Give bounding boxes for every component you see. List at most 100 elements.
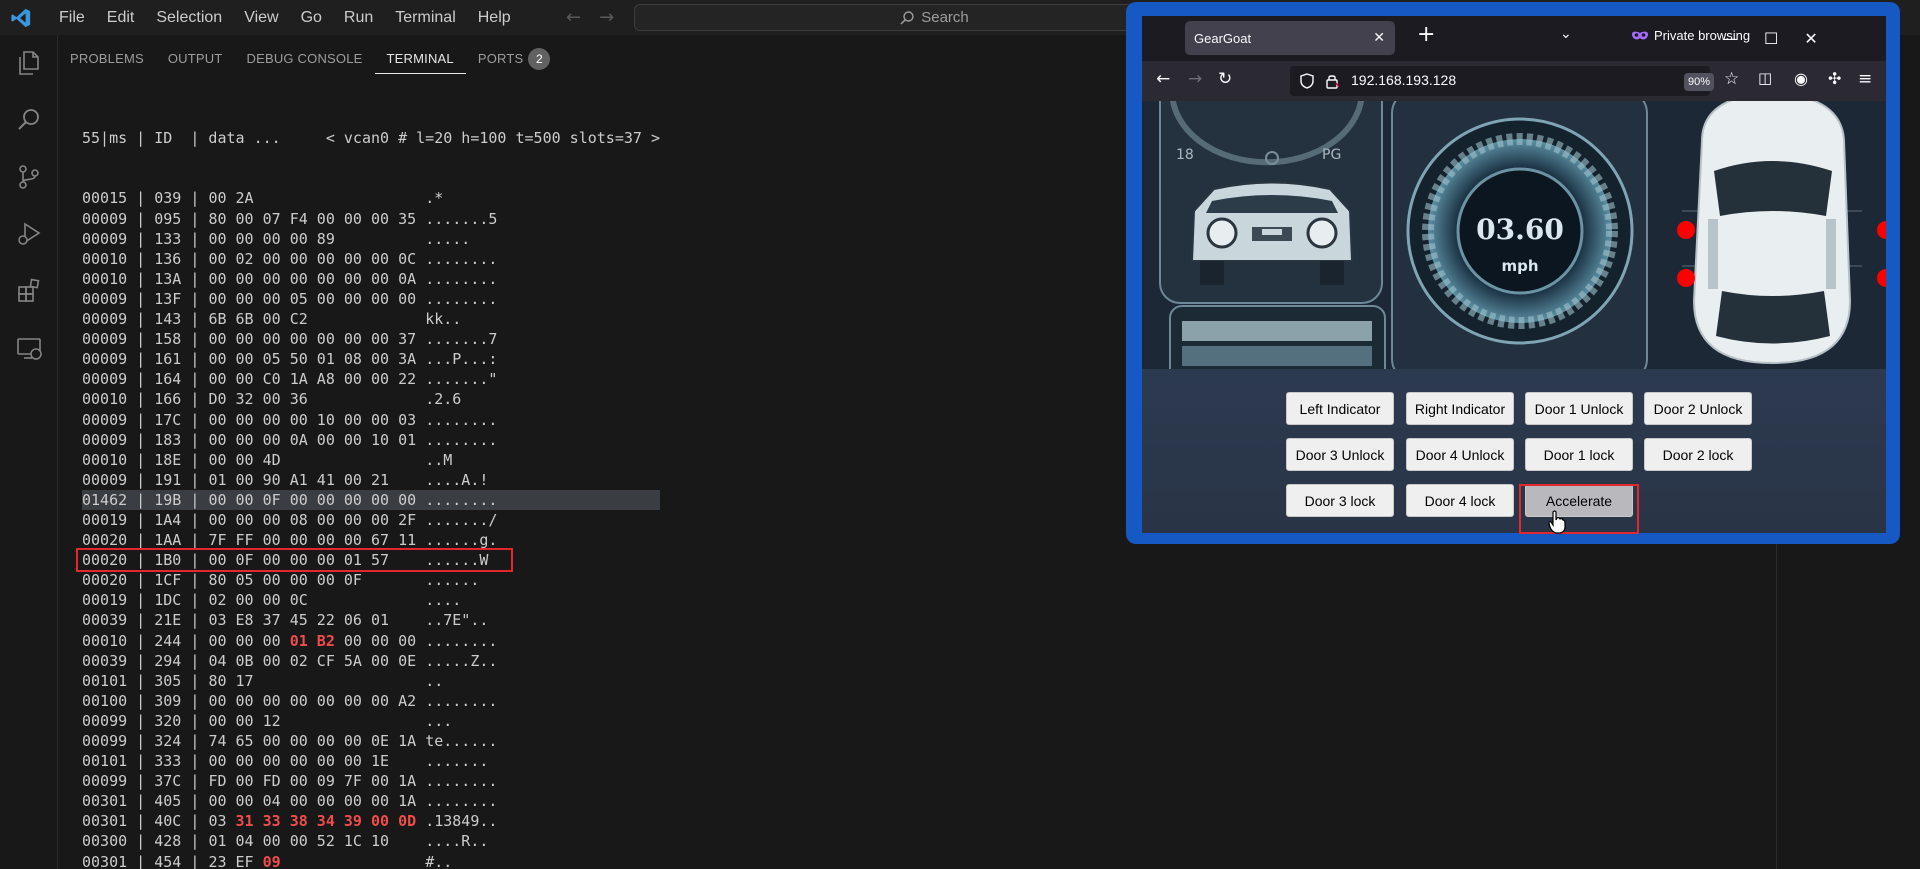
row-ascii: ..7E"..: [425, 611, 489, 630]
pocket-icon[interactable]: ◫: [1758, 69, 1772, 87]
tab-output[interactable]: OUTPUT: [156, 44, 235, 74]
forward-arrow-icon[interactable]: →: [599, 7, 614, 28]
left-indicator-button[interactable]: Left Indicator: [1286, 392, 1394, 425]
back-arrow-icon[interactable]: ←: [1156, 69, 1170, 89]
row-id: 21E: [154, 611, 182, 630]
tab-ports[interactable]: PORTS 2: [466, 44, 563, 74]
tab-title: GearGoat: [1194, 30, 1252, 46]
extensions-icon[interactable]: ✣: [1828, 69, 1841, 88]
menu-selection[interactable]: Selection: [145, 0, 233, 35]
right-indicator-button[interactable]: Right Indicator: [1406, 392, 1514, 425]
browser-window: GearGoat ✕ + ⌄ Private browsing — ☐ ✕ ← …: [1126, 2, 1900, 544]
row-data-changed: 09: [262, 852, 281, 869]
row-data: 00 00 12: [208, 712, 280, 730]
row-ms: 00100: [82, 691, 128, 710]
extensions-icon[interactable]: [13, 275, 45, 307]
door-3-unlock-button[interactable]: Door 3 Unlock: [1286, 438, 1394, 471]
hamburger-menu-icon[interactable]: ≡: [1858, 69, 1872, 89]
row-ms: 00039: [82, 651, 128, 670]
row-ms: 00099: [82, 732, 128, 750]
row-ms: 00009: [82, 370, 128, 389]
url-text: 192.168.193.128: [1351, 72, 1457, 88]
source-control-icon[interactable]: [13, 161, 45, 193]
row-ascii: ......: [425, 571, 480, 590]
row-data: 01 04 00 00 52 1C 10: [208, 832, 389, 850]
tab-debug-console[interactable]: DEBUG CONSOLE: [235, 44, 375, 74]
menu-help[interactable]: Help: [467, 0, 522, 35]
tab-close-icon[interactable]: ✕: [1373, 29, 1385, 46]
menu-edit[interactable]: Edit: [96, 0, 146, 35]
row-id: 183: [154, 430, 182, 449]
terminal-row: 00009 | 183 | 00 00 00 0A 00 00 10 01 ..…: [82, 430, 498, 449]
dash-right-label: PG: [1322, 147, 1341, 163]
row-ascii: .......7: [425, 330, 498, 349]
terminal-output[interactable]: 55|ms | ID | data ... < vcan0 # l=20 h=1…: [82, 88, 660, 869]
remote-explorer-icon[interactable]: [13, 332, 45, 364]
row-ms: 00009: [82, 229, 128, 248]
row-data: 00 00 C0 1A A8 00 00 22: [208, 370, 416, 388]
menu-run[interactable]: Run: [333, 0, 384, 35]
minimize-icon[interactable]: —: [1722, 29, 1738, 48]
tab-terminal[interactable]: TERMINAL: [374, 44, 466, 74]
door-2-unlock-button[interactable]: Door 2 Unlock: [1644, 392, 1752, 425]
account-icon[interactable]: ◉: [1794, 69, 1808, 88]
row-id: 333: [154, 752, 182, 771]
new-tab-plus-icon[interactable]: +: [1417, 22, 1435, 47]
row-ascii: .....Z..: [425, 651, 498, 670]
door-3-lock-button[interactable]: Door 3 lock: [1286, 484, 1394, 517]
menu-view[interactable]: View: [233, 0, 289, 35]
vscode-logo-icon: [6, 0, 36, 35]
row-data-part: 7F FF 00 00 00 00 67 11: [208, 531, 417, 550]
bookmark-star-icon[interactable]: ☆: [1724, 69, 1739, 89]
door-1-lock-button[interactable]: Door 1 lock: [1525, 438, 1633, 471]
row-data-part: 74 65 00 00 00 00 0E 1A: [208, 732, 417, 750]
close-window-icon[interactable]: ✕: [1804, 29, 1817, 48]
row-id: 1AA: [154, 531, 182, 550]
row-ascii: ...: [425, 711, 453, 730]
tab-problems[interactable]: PROBLEMS: [58, 44, 156, 74]
chevron-down-icon[interactable]: ⌄: [1560, 26, 1572, 42]
row-id: 428: [154, 832, 182, 851]
menu-file[interactable]: File: [48, 0, 96, 35]
row-ms: 00039: [82, 611, 128, 630]
tab-geargoat[interactable]: GearGoat ✕: [1185, 21, 1395, 55]
row-ms: 00010: [82, 450, 128, 469]
shield-icon[interactable]: [1300, 73, 1314, 89]
maximize-icon[interactable]: ☐: [1764, 29, 1778, 48]
row-ms: 00099: [82, 772, 128, 791]
reload-icon[interactable]: ↻: [1218, 69, 1232, 89]
row-ascii: ........: [425, 410, 498, 429]
url-bar[interactable]: 192.168.193.128 90% ☆: [1290, 66, 1739, 96]
row-ms: 00101: [82, 671, 128, 690]
row-data: 00 2A: [208, 189, 253, 207]
row-ms: 00010: [82, 269, 128, 288]
row-ascii: ..M: [425, 450, 453, 469]
row-ascii: ........: [425, 430, 498, 449]
lock-icon[interactable]: [1325, 73, 1339, 89]
run-debug-icon[interactable]: [13, 218, 45, 250]
hand-cursor-icon: [1548, 510, 1566, 534]
door-4-unlock-button[interactable]: Door 4 Unlock: [1406, 438, 1514, 471]
explorer-icon[interactable]: [13, 47, 45, 79]
row-ms: 00019: [82, 510, 128, 529]
forward-arrow-icon[interactable]: →: [1188, 69, 1202, 89]
zoom-level-badge[interactable]: 90%: [1684, 73, 1714, 91]
terminal-row: 00009 | 164 | 00 00 C0 1A A8 00 00 22 ..…: [82, 370, 498, 389]
door-4-lock-button[interactable]: Door 4 lock: [1406, 484, 1514, 517]
row-ms: 00010: [82, 390, 128, 409]
menu-terminal[interactable]: Terminal: [384, 0, 466, 35]
terminal-row: 00009 | 133 | 00 00 00 00 89 .....: [82, 229, 471, 248]
row-id: 133: [154, 229, 182, 248]
door-2-lock-button[interactable]: Door 2 lock: [1644, 438, 1752, 471]
row-data-part: 00 00 00 05 00 00 00 00: [208, 289, 417, 308]
panel-tabs: PROBLEMS OUTPUT DEBUG CONSOLE TERMINAL P…: [58, 44, 562, 74]
row-data-part: 00 00 04 00 00 00 00 1A: [208, 792, 417, 811]
menu-go[interactable]: Go: [290, 0, 333, 35]
terminal-row: 00039 | 294 | 04 0B 00 02 CF 5A 00 0E ..…: [82, 651, 498, 670]
back-arrow-icon[interactable]: ←: [566, 7, 581, 28]
row-data-part: 00 00 00 00 00 00 00 0A: [208, 269, 417, 288]
row-ms: 00019: [82, 591, 128, 610]
door-1-unlock-button[interactable]: Door 1 Unlock: [1525, 392, 1633, 425]
row-id: 143: [154, 310, 182, 329]
search-icon[interactable]: [13, 104, 45, 136]
